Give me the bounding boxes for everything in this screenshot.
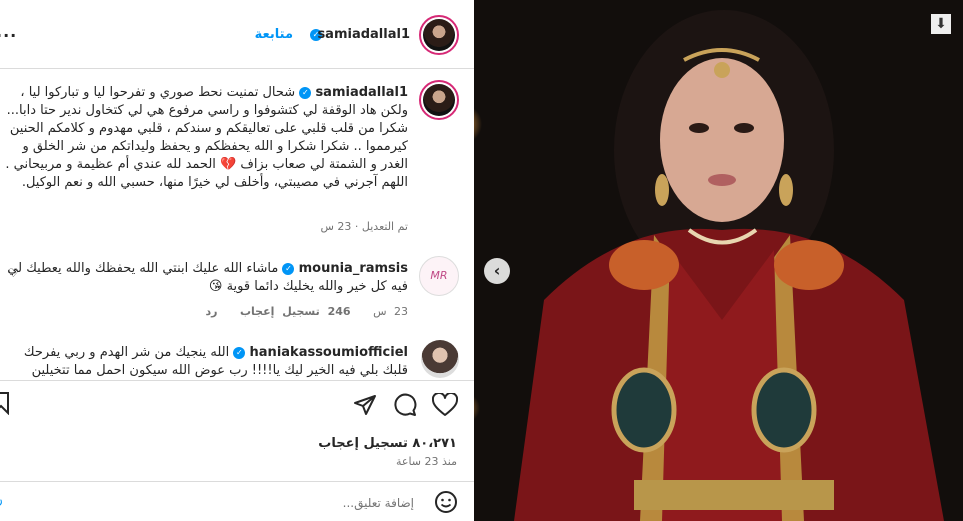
comment-time: 23 س — [373, 305, 408, 318]
comment-like-icon[interactable]: ♡ — [8, 266, 19, 280]
caption-avatar[interactable] — [419, 80, 459, 120]
download-icon[interactable]: ⬇ — [931, 14, 951, 34]
comment-likes[interactable]: 246 تسجيل إعجاب — [240, 305, 351, 318]
follow-button[interactable]: متابعة — [255, 27, 293, 42]
post-author-username[interactable]: samiadallal1 — [317, 27, 410, 42]
comment-meta: 23 س 246 تسجيل إعجاب رد — [205, 305, 408, 318]
post-likes-count[interactable]: ٨٠،٢٧١ تسجيل إعجاب — [318, 436, 457, 451]
post-header: ... متابعة ✓ samiadallal1 — [0, 0, 474, 69]
commenter-avatar[interactable] — [421, 340, 459, 378]
caption-meta: تم التعديل · 23 س — [320, 220, 408, 233]
post-actions-bar: ٨٠،٢٧١ تسجيل إعجاب منذ 23 ساعة ن — [0, 380, 474, 521]
commenter-username[interactable]: mounia_ramsis — [299, 261, 408, 276]
caption-verified-icon: ✓ — [299, 86, 312, 99]
commenter-avatar[interactable]: MR — [419, 256, 459, 296]
author-avatar[interactable] — [419, 15, 459, 55]
comment-item: MR mounia_ramsis ✓ ماشاء الله عليك ابنتي… — [0, 252, 474, 324]
heart-icon[interactable] — [431, 391, 459, 421]
comment-text: haniakassoumiofficiel ✓ الله ينجيك من شر… — [3, 344, 408, 380]
comment-input[interactable] — [52, 492, 416, 514]
post-photo[interactable]: ‹ ⬇ — [474, 0, 963, 521]
emoji-icon[interactable] — [434, 490, 458, 518]
photo-illustration — [474, 0, 963, 521]
bookmark-icon[interactable] — [0, 391, 10, 419]
caption-text: samiadallal1 ✓ شحال تمنيت نحط صوري و تفر… — [3, 84, 408, 192]
verified-badge-icon: ✓ — [233, 346, 246, 359]
post-button[interactable]: ن — [0, 493, 3, 507]
add-comment-bar: ن — [0, 481, 474, 521]
chevron-left-icon[interactable]: ‹ — [484, 258, 510, 284]
send-icon[interactable] — [353, 393, 377, 421]
caption-block: samiadallal1 ✓ شحال تمنيت نحط صوري و تفر… — [0, 78, 474, 238]
comment-item: haniakassoumiofficiel ✓ الله ينجيك من شر… — [0, 336, 474, 380]
post-timestamp: منذ 23 ساعة — [395, 455, 457, 468]
commenter-username[interactable]: haniakassoumiofficiel — [250, 345, 408, 360]
caption-body: شحال تمنيت نحط صوري و تفرحوا ليا و تبارك… — [5, 85, 408, 190]
comment-icon[interactable] — [393, 393, 417, 421]
caption-username[interactable]: samiadallal1 — [315, 85, 408, 100]
reply-button[interactable]: رد — [205, 305, 217, 318]
post-detail-panel: ... متابعة ✓ samiadallal1 samiadallal1 ✓… — [0, 0, 474, 521]
more-options-icon[interactable]: ... — [0, 22, 17, 41]
verified-badge-icon: ✓ — [282, 262, 295, 275]
comment-text: mounia_ramsis ✓ ماشاء الله عليك ابنتي ال… — [3, 260, 408, 296]
